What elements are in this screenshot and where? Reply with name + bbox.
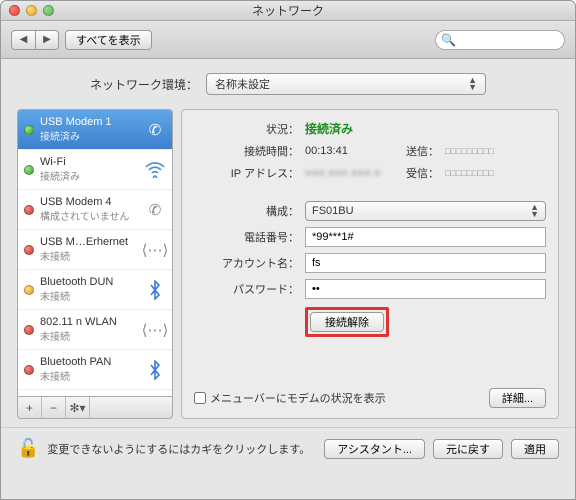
status-label: 状況： <box>194 121 299 137</box>
window-footer: 🔓 変更できないようにするにはカギをクリックします。 アシスタント... 元に戻… <box>1 427 575 469</box>
network-prefs-window: ネットワーク ◀ ▶ すべてを表示 🔍 ネットワーク環境： 名称未設定 ▲▼ <box>0 0 576 500</box>
ip-value: ●●●.●●●.●●●.● <box>305 167 383 179</box>
detail-footer: メニューバーにモデムの状況を表示 詳細... <box>194 388 546 408</box>
titlebar[interactable]: ネットワーク <box>1 1 575 21</box>
recv-value: □□□□□□□□□ <box>445 168 523 178</box>
show-modem-check-input[interactable] <box>194 392 206 404</box>
sent-value: □□□□□□□□□ <box>445 146 523 156</box>
bluetooth-icon <box>144 279 166 301</box>
show-all-button[interactable]: すべてを表示 <box>65 30 152 50</box>
config-value: FS01BU <box>312 205 354 217</box>
interface-name: USB Modem 1 <box>40 116 138 128</box>
sidebar-item-wlan[interactable]: 802.11 n WLAN 未接続 ⟨⋯⟩ <box>18 310 172 350</box>
status-dot-icon <box>24 165 34 175</box>
sidebar-item-usb-modem-4[interactable]: USB Modem 4 構成されていません ✆ <box>18 190 172 230</box>
conn-time-value: 00:13:41 <box>305 145 383 157</box>
disconnect-highlight: 接続解除 <box>305 307 389 337</box>
wifi-icon <box>144 159 166 181</box>
interface-status: 未接続 <box>40 328 138 343</box>
status-dot-icon <box>24 205 34 215</box>
search-icon: 🔍 <box>441 33 456 47</box>
advanced-button[interactable]: 詳細... <box>489 388 546 408</box>
interface-name: USB Modem 4 <box>40 196 138 208</box>
status-dot-icon <box>24 365 34 375</box>
chevron-updown-icon: ▲▼ <box>468 77 477 91</box>
conn-time-label: 接続時間： <box>194 143 299 159</box>
lock-icon[interactable]: 🔓 <box>17 438 39 459</box>
interface-status: 接続済み <box>40 128 138 143</box>
detail-panel: 状況： 接続済み 接続時間： 00:13:41 送信： □□□□□□□□□ IP… <box>181 109 559 419</box>
disconnect-button[interactable]: 接続解除 <box>310 312 384 332</box>
nav-buttons: ◀ ▶ <box>11 30 59 50</box>
location-value: 名称未設定 <box>215 76 270 92</box>
sidebar-item-bluetooth-dun[interactable]: Bluetooth DUN 未接続 <box>18 270 172 310</box>
interface-name: USB M…Erhernet <box>40 236 138 248</box>
chevron-updown-icon: ▲▼ <box>530 204 539 218</box>
interface-name: 802.11 n WLAN <box>40 316 138 328</box>
window-title: ネットワーク <box>1 2 575 19</box>
remove-interface-button[interactable]: − <box>42 397 66 418</box>
ethernet-icon: ⟨⋯⟩ <box>144 319 166 341</box>
phone-input[interactable] <box>305 227 546 247</box>
location-select[interactable]: 名称未設定 ▲▼ <box>206 73 486 95</box>
search-box: 🔍 <box>435 30 565 50</box>
interface-status: 構成されていません <box>40 208 138 223</box>
forward-button[interactable]: ▶ <box>35 30 59 50</box>
ethernet-icon: ⟨⋯⟩ <box>144 239 166 261</box>
interface-list[interactable]: USB Modem 1 接続済み ✆ Wi-Fi 接続済み <box>17 109 173 397</box>
back-button[interactable]: ◀ <box>11 30 35 50</box>
interface-status: 未接続 <box>40 248 138 263</box>
interface-status: 未接続 <box>40 368 138 383</box>
phone-icon: ✆ <box>144 199 166 221</box>
assistant-button[interactable]: アシスタント... <box>324 439 425 459</box>
bluetooth-icon <box>144 359 166 381</box>
sidebar-footer: + − ✻▾ <box>17 397 173 419</box>
status-value: 接続済み <box>305 120 546 137</box>
phone-icon: ✆ <box>144 119 166 141</box>
sidebar-item-usb-ethernet[interactable]: USB M…Erhernet 未接続 ⟨⋯⟩ <box>18 230 172 270</box>
recv-label: 受信： <box>397 165 439 181</box>
show-modem-label: メニューバーにモデムの状況を表示 <box>210 390 386 406</box>
sidebar-item-usb-modem-1[interactable]: USB Modem 1 接続済み ✆ <box>18 110 172 150</box>
sidebar-item-bluetooth-pan[interactable]: Bluetooth PAN 未接続 <box>18 350 172 390</box>
lock-message: 変更できないようにするにはカギをクリックします。 <box>47 441 316 457</box>
interface-name: Bluetooth DUN <box>40 276 138 288</box>
config-label: 構成： <box>194 203 299 219</box>
account-input[interactable] <box>305 253 546 273</box>
interface-name: Wi-Fi <box>40 156 138 168</box>
toolbar: ◀ ▶ すべてを表示 🔍 <box>1 21 575 59</box>
add-interface-button[interactable]: + <box>18 397 42 418</box>
show-modem-status-checkbox[interactable]: メニューバーにモデムの状況を表示 <box>194 390 386 406</box>
location-label: ネットワーク環境： <box>90 76 198 93</box>
interface-sidebar: USB Modem 1 接続済み ✆ Wi-Fi 接続済み <box>17 109 173 419</box>
interface-status: 未接続 <box>40 288 138 303</box>
status-dot-icon <box>24 125 34 135</box>
revert-button[interactable]: 元に戻す <box>433 439 503 459</box>
sidebar-item-wifi[interactable]: Wi-Fi 接続済み <box>18 150 172 190</box>
account-label: アカウント名： <box>194 255 299 271</box>
password-label: パスワード： <box>194 281 299 297</box>
sent-label: 送信： <box>397 143 439 159</box>
config-select[interactable]: FS01BU ▲▼ <box>305 201 546 221</box>
phone-label: 電話番号： <box>194 229 299 245</box>
apply-button[interactable]: 適用 <box>511 439 559 459</box>
interface-status: 接続済み <box>40 168 138 183</box>
status-dot-icon <box>24 285 34 295</box>
ip-label: IP アドレス： <box>194 165 299 181</box>
interface-name: Bluetooth PAN <box>40 356 138 368</box>
status-dot-icon <box>24 325 34 335</box>
status-dot-icon <box>24 245 34 255</box>
password-input[interactable] <box>305 279 546 299</box>
sidebar-gear-button[interactable]: ✻▾ <box>66 397 90 418</box>
location-row: ネットワーク環境： 名称未設定 ▲▼ <box>17 73 559 95</box>
